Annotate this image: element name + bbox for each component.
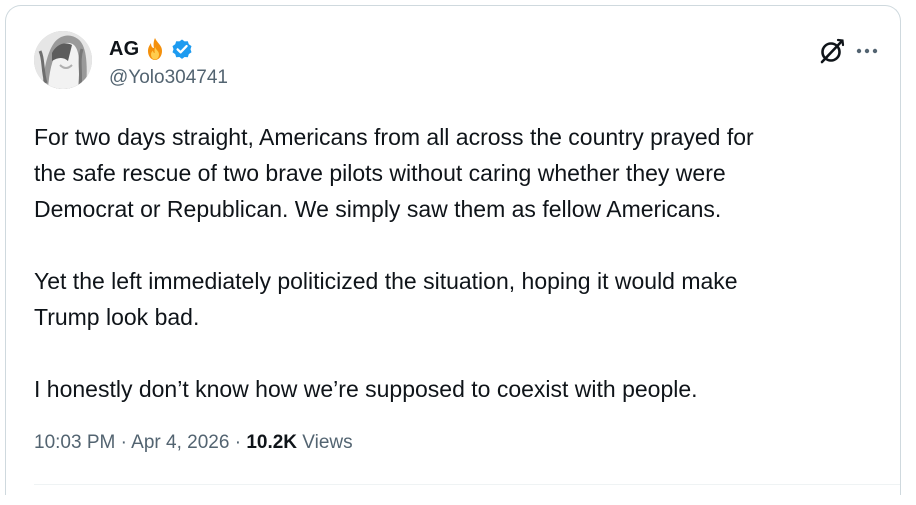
avatar-image: [34, 31, 92, 89]
tweet-time[interactable]: 10:03 PM: [34, 432, 115, 453]
meta-separator: ·: [120, 432, 127, 453]
author-name-row[interactable]: AG: [109, 36, 194, 62]
views-count[interactable]: 10.2K: [246, 432, 297, 453]
author-handle[interactable]: @Yolo304741: [109, 67, 228, 89]
views-label[interactable]: Views: [302, 432, 352, 453]
avatar[interactable]: [34, 31, 92, 89]
more-options-icon[interactable]: [854, 41, 880, 61]
fire-icon: [144, 37, 166, 61]
verified-badge-icon[interactable]: [170, 37, 194, 61]
tweet-paragraph: Yet the left immediately politicized the…: [34, 268, 738, 330]
tweet-metadata: 10:03 PM · Apr 4, 2026 · 10.2K Views: [34, 432, 353, 454]
tweet-text: For two days straight, Americans from al…: [34, 119, 884, 407]
tweet-paragraph: I honestly don’t know how we’re supposed…: [34, 376, 698, 402]
tweet-date[interactable]: Apr 4, 2026: [131, 432, 229, 453]
tweet-paragraph: For two days straight, Americans from al…: [34, 124, 754, 222]
divider: [34, 484, 900, 485]
tweet-card: AG @Yolo304741 For two days straight, Am…: [5, 5, 901, 495]
meta-separator: ·: [234, 432, 242, 453]
grok-icon[interactable]: [818, 37, 846, 65]
author-display-name[interactable]: AG: [109, 38, 139, 61]
